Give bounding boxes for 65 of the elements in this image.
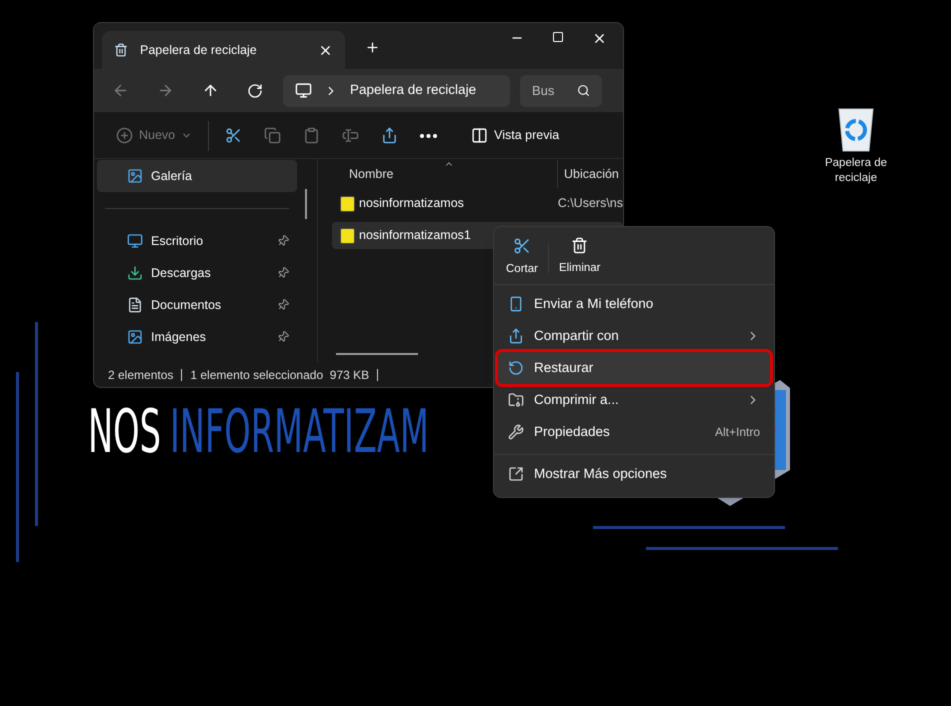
share-icon bbox=[381, 127, 398, 144]
file-row[interactable]: nosinformatizamos C:\Users\ns bbox=[332, 190, 623, 217]
pdf-file-icon bbox=[340, 196, 355, 212]
logo-text: NOS bbox=[88, 402, 161, 462]
menu-item[interactable]: Comprimir a... bbox=[498, 384, 770, 416]
menu-item[interactable]: Propiedades Alt+Intro bbox=[498, 416, 770, 448]
search-icon bbox=[577, 84, 590, 97]
sidebar-item[interactable]: Descargas bbox=[97, 257, 297, 289]
logo-text: INFORMATIZAM bbox=[170, 402, 429, 462]
file-name: nosinformatizamos bbox=[359, 195, 464, 212]
sidebar-item[interactable]: Escritorio bbox=[97, 225, 297, 257]
archive-icon bbox=[508, 392, 524, 408]
monitor-icon bbox=[127, 233, 143, 249]
column-header[interactable]: Nombre bbox=[318, 160, 558, 188]
up-icon[interactable] bbox=[202, 82, 219, 99]
scrollbar[interactable] bbox=[336, 353, 418, 355]
download-icon bbox=[127, 265, 143, 281]
clipboard-icon bbox=[303, 127, 320, 144]
scissors-icon bbox=[225, 127, 242, 144]
share-icon bbox=[508, 328, 524, 344]
scrollbar[interactable] bbox=[305, 189, 307, 219]
sidebar-item[interactable]: Imágenes bbox=[97, 321, 297, 353]
back-icon[interactable] bbox=[112, 82, 129, 99]
address-bar[interactable]: Papelera de reciclaje bbox=[283, 74, 510, 106]
rename-icon bbox=[342, 127, 360, 144]
monitor-icon bbox=[295, 82, 312, 99]
refresh-icon[interactable] bbox=[247, 82, 263, 98]
tab-title: Papelera de reciclaje bbox=[140, 42, 258, 59]
open-icon bbox=[508, 466, 524, 482]
restore-icon bbox=[508, 360, 524, 376]
menu-item[interactable]: Enviar a Mi teléfono bbox=[498, 288, 770, 320]
more-icon bbox=[420, 134, 438, 138]
preview-button[interactable]: Vista previa bbox=[465, 120, 566, 152]
menu-item[interactable]: Mostrar Más opciones bbox=[498, 458, 770, 490]
menu-item[interactable]: Compartir con bbox=[498, 320, 770, 352]
add-icon bbox=[116, 127, 133, 144]
wrench-icon bbox=[508, 424, 524, 440]
image-icon bbox=[127, 168, 143, 184]
status-text: 1 elemento seleccionado 973 KB bbox=[190, 366, 370, 384]
address-text: Papelera de reciclaje bbox=[350, 81, 476, 100]
pdf-file-icon bbox=[340, 228, 355, 244]
recycle-bin-icon bbox=[837, 106, 875, 152]
panel-icon bbox=[471, 127, 488, 144]
document-icon bbox=[127, 297, 143, 313]
scissors-icon bbox=[512, 236, 531, 255]
copy-icon bbox=[264, 127, 282, 144]
window-tab[interactable]: Papelera de reciclaje bbox=[102, 31, 345, 69]
forward-icon[interactable] bbox=[157, 82, 174, 99]
trash-icon bbox=[571, 237, 588, 254]
desktop-icon-label[interactable]: Papelera de reciclaje bbox=[810, 156, 902, 186]
status-text: 2 elementos bbox=[108, 366, 174, 384]
close-icon[interactable] bbox=[592, 31, 607, 46]
image-icon bbox=[127, 329, 143, 345]
location-cell-text: C:\Users\ns bbox=[558, 195, 623, 212]
sidebar-item[interactable]: Galería bbox=[97, 160, 297, 192]
maximize-icon[interactable] bbox=[552, 31, 564, 43]
recycle-bin-icon bbox=[114, 43, 128, 57]
phone-icon bbox=[508, 296, 524, 312]
file-name: nosinformatizamos1 bbox=[359, 227, 471, 244]
search-field[interactable]: Bus bbox=[520, 74, 602, 106]
column-header[interactable]: Ubicación bbox=[558, 160, 619, 188]
new-tab-icon[interactable] bbox=[365, 40, 380, 55]
shortcut-text: Alt+Intro bbox=[714, 424, 760, 441]
sidebar-item[interactable]: Documentos bbox=[97, 289, 297, 321]
menu-item[interactable]: Restaurar bbox=[498, 352, 770, 384]
